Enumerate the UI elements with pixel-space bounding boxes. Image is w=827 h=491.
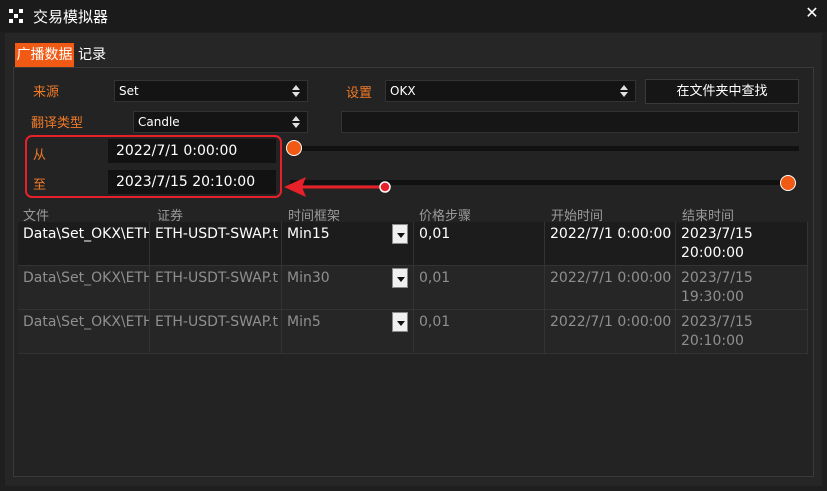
settings-label: 设置: [346, 86, 373, 101]
cell-security: ETH-USDT-SWAP.t: [150, 266, 282, 310]
end-time: 20:00:00: [681, 245, 744, 261]
timeframe-value: Min30: [287, 270, 330, 286]
up-down-arrows-icon: [292, 115, 301, 129]
cell-security: ETH-USDT-SWAP.t: [150, 310, 282, 354]
tab-records[interactable]: 记录: [78, 43, 106, 67]
annotation-arrow-icon: [284, 177, 391, 197]
cell-start-time: 2022/7/1 0:00:00: [545, 310, 676, 354]
cell-security: ETH-USDT-SWAP.t: [150, 222, 282, 266]
table-row[interactable]: Data\Set_OKX\ETH ETH-USDT-SWAP.t Min30 0…: [18, 266, 808, 310]
table-row[interactable]: Data\Set_OKX\ETH ETH-USDT-SWAP.t Min5 0,…: [18, 310, 808, 354]
source-select[interactable]: Set: [114, 80, 308, 102]
blank-field[interactable]: [341, 111, 799, 133]
chevron-down-icon[interactable]: [392, 312, 408, 332]
title-bar: 交易模拟器 ✕: [0, 0, 827, 32]
up-down-arrows-icon: [292, 84, 301, 98]
up-down-arrows-icon: [620, 84, 629, 98]
translate-type-value: Candle: [138, 115, 180, 129]
date-range-highlight: [25, 135, 282, 198]
close-icon[interactable]: ✕: [802, 4, 822, 24]
find-in-folder-button[interactable]: 在文件夹中查找: [645, 79, 799, 104]
cell-end-time: 2023/7/15 20:10:00: [676, 310, 808, 354]
end-date: 2023/7/15: [681, 314, 753, 330]
timeframe-value: Min15: [287, 226, 330, 242]
app-logo-icon: [9, 9, 23, 23]
source-label: 来源: [33, 85, 60, 100]
cell-end-time: 2023/7/15 19:30:00: [676, 266, 808, 310]
cell-file: Data\Set_OKX\ETH: [18, 310, 150, 354]
from-slider-track[interactable]: [290, 146, 799, 151]
translate-type-select[interactable]: Candle: [133, 111, 308, 133]
translate-type-label: 翻译类型: [31, 116, 84, 131]
end-time: 19:30:00: [681, 289, 744, 305]
chevron-down-icon[interactable]: [392, 268, 408, 288]
end-time: 20:10:00: [681, 333, 744, 349]
source-value: Set: [119, 84, 139, 98]
cell-price-step: 0,01: [414, 266, 545, 310]
cell-timeframe[interactable]: Min15: [282, 222, 414, 266]
settings-select[interactable]: OKX: [385, 80, 636, 102]
cell-timeframe[interactable]: Min30: [282, 266, 414, 310]
window-title: 交易模拟器: [33, 8, 109, 26]
cell-file: Data\Set_OKX\ETH: [18, 222, 150, 266]
cell-start-time: 2022/7/1 0:00:00: [545, 266, 676, 310]
from-slider-handle[interactable]: [286, 140, 302, 156]
tab-broadcast-data[interactable]: 广播数据: [15, 43, 74, 67]
table-row[interactable]: Data\Set_OKX\ETH ETH-USDT-SWAP.t Min15 0…: [18, 222, 808, 266]
end-date: 2023/7/15: [681, 270, 753, 286]
cell-price-step: 0,01: [414, 310, 545, 354]
cell-start-time: 2022/7/1 0:00:00: [545, 222, 676, 266]
timeframe-value: Min5: [287, 314, 321, 330]
cell-end-time: 2023/7/15 20:00:00: [676, 222, 808, 266]
settings-value: OKX: [390, 84, 416, 98]
end-date: 2023/7/15: [681, 226, 753, 242]
cell-price-step: 0,01: [414, 222, 545, 266]
cell-file: Data\Set_OKX\ETH: [18, 266, 150, 310]
cell-timeframe[interactable]: Min5: [282, 310, 414, 354]
to-slider-handle[interactable]: [780, 175, 796, 191]
chevron-down-icon[interactable]: [392, 224, 408, 244]
